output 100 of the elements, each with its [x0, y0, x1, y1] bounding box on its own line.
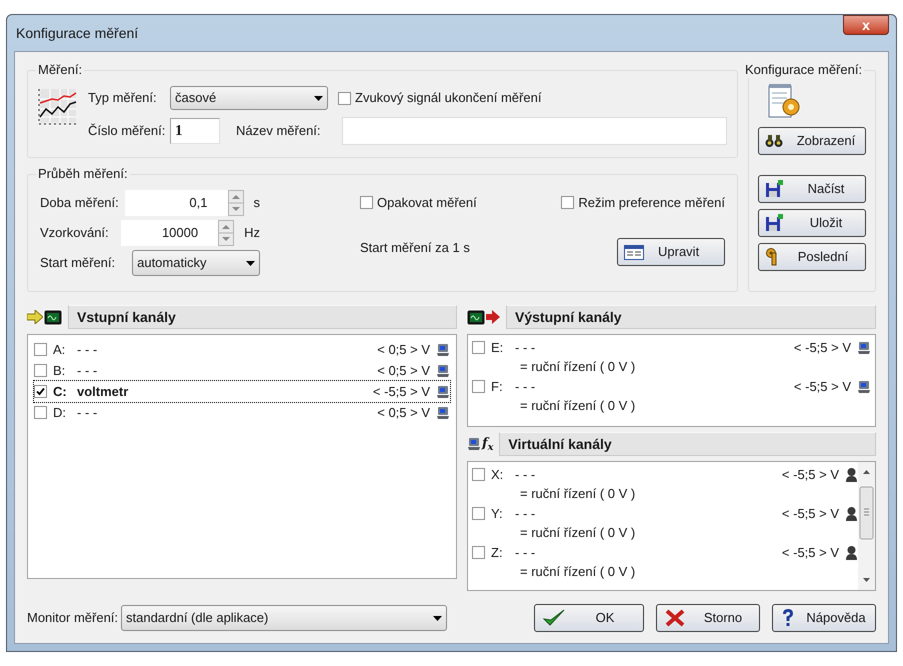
field-label: Start měření: — [40, 254, 116, 272]
checkbox[interactable] — [34, 385, 47, 398]
number-label: Číslo měření: — [88, 122, 164, 140]
repeat-checkbox-label: Opakovat měření — [377, 194, 477, 212]
panel-header: Vstupní kanály — [68, 305, 457, 329]
checkbox[interactable] — [472, 468, 485, 481]
start-dropdown[interactable]: automaticky — [132, 250, 260, 276]
name-label: Název měření: — [236, 122, 322, 140]
scrollbar[interactable] — [858, 462, 875, 590]
dialog-button[interactable]: Nápověda — [772, 604, 876, 632]
type-label: Typ měření: — [88, 89, 158, 108]
computer-icon — [436, 364, 450, 378]
channel-range: < 0;5 > V — [377, 404, 430, 422]
monitor-wave-icon — [44, 310, 62, 324]
channel-name: voltmetr — [77, 382, 130, 401]
arrow-right-icon — [486, 310, 500, 324]
spin-field[interactable]: 0,1 — [125, 190, 228, 216]
person-silhouette-icon — [845, 506, 858, 521]
field-label: Doba měření: — [40, 194, 120, 212]
checkbox[interactable] — [34, 343, 47, 356]
channel-id: E: — [491, 338, 504, 357]
unit-label: s — [254, 194, 260, 212]
channel-mode: = ruční řízení ( 0 V ) — [519, 563, 636, 581]
channel-range: < -5;5 > V — [794, 378, 851, 396]
channel-range: < -5;5 > V — [794, 338, 851, 357]
binoculars-icon — [765, 134, 783, 148]
channel-id: D: — [53, 404, 67, 422]
monitor-wave-icon — [467, 310, 485, 324]
checkbox[interactable] — [472, 546, 485, 559]
person-silhouette-icon — [845, 545, 858, 560]
config-button[interactable]: Zobrazení — [758, 127, 866, 155]
checkbox[interactable] — [338, 92, 351, 104]
number-field[interactable]: 1 — [170, 118, 220, 144]
channel-range: < -5;5 > V — [782, 544, 839, 562]
channel-name: - - - — [77, 404, 98, 422]
caret-icon — [433, 616, 442, 620]
channel-mode: = ruční řízení ( 0 V ) — [519, 524, 636, 542]
computer-icon — [436, 384, 450, 398]
edit-button[interactable]: Upravit — [617, 238, 725, 266]
caret-icon — [314, 96, 323, 100]
channel-mode: = ruční řízení ( 0 V ) — [519, 358, 636, 376]
group-label: Konfigurace měření: — [743, 62, 864, 78]
config-button[interactable]: Poslední — [758, 243, 866, 271]
channel-name: - - - — [515, 544, 536, 562]
caret-icon — [246, 260, 255, 266]
checkbox[interactable] — [472, 507, 485, 520]
checkbox[interactable] — [360, 196, 373, 209]
channel-range: < 0;5 > V — [377, 340, 430, 359]
channel-range: < -5;5 > V — [782, 466, 839, 484]
channel-range: < -5;5 > V — [372, 382, 430, 401]
arrow-right-icon — [27, 310, 43, 324]
spinner-arrows-icon[interactable] — [218, 220, 234, 246]
channel-name: - - - — [515, 466, 536, 484]
name-field[interactable] — [342, 117, 727, 145]
checkbox[interactable] — [472, 380, 485, 393]
channel-range: < -5;5 > V — [782, 504, 839, 523]
start-info: Start měření za 1 s — [360, 239, 470, 257]
channel-id: C: — [53, 382, 68, 401]
figure-nine-icon — [765, 248, 777, 266]
checkbox[interactable] — [34, 406, 47, 419]
channel-name: - - - — [77, 340, 98, 359]
channel-id: X: — [491, 466, 504, 484]
dialog-button[interactable]: OK — [534, 604, 644, 632]
type-dropdown[interactable]: časové — [170, 86, 328, 110]
function-symbol: f$_{x}$ — [482, 435, 494, 454]
config-button[interactable]: Uložit — [758, 209, 866, 237]
checkbox[interactable] — [561, 196, 574, 209]
field-label: Vzorkování: — [40, 224, 110, 242]
monitor-dropdown[interactable]: standardní (dle aplikace) — [121, 605, 447, 631]
question-mark-icon — [781, 608, 795, 628]
sound-checkbox-label: Zvukový signál ukončení měření — [355, 89, 542, 108]
computer-icon — [436, 406, 450, 420]
channel-name: - - - — [515, 338, 536, 357]
channel-id: B: — [53, 362, 66, 380]
channel-mode: = ruční řízení ( 0 V ) — [519, 397, 636, 415]
channel-mode: = ruční řízení ( 0 V ) — [519, 485, 636, 503]
line-chart-icon — [38, 87, 78, 127]
channel-id: Y: — [491, 504, 504, 523]
channel-name: - - - — [515, 504, 536, 523]
preference-checkbox-label: Režim preference měření — [578, 194, 725, 212]
checkmark-icon — [543, 609, 565, 627]
spinner-arrows-icon[interactable] — [228, 190, 244, 216]
checkbox[interactable] — [34, 364, 47, 377]
spin-field[interactable]: 10000 — [120, 220, 218, 246]
table-icon — [624, 244, 644, 260]
channel-range: < 0;5 > V — [377, 362, 430, 380]
close-button[interactable]: x — [843, 15, 889, 35]
config-button[interactable]: Načíst — [758, 175, 866, 203]
computer-icon — [857, 340, 871, 354]
cross-icon — [665, 609, 685, 627]
channel-id: Z: — [491, 544, 504, 562]
channel-id: F: — [491, 378, 504, 396]
panel-header: Virtuální kanály — [499, 432, 876, 456]
dialog-button[interactable]: Storno — [656, 604, 760, 632]
person-silhouette-icon — [845, 467, 858, 482]
channel-id: A: — [53, 340, 66, 359]
computer-icon — [857, 380, 871, 394]
checkbox[interactable] — [472, 341, 485, 354]
unit-label: Hz — [244, 224, 260, 242]
channel-name: - - - — [77, 362, 98, 380]
